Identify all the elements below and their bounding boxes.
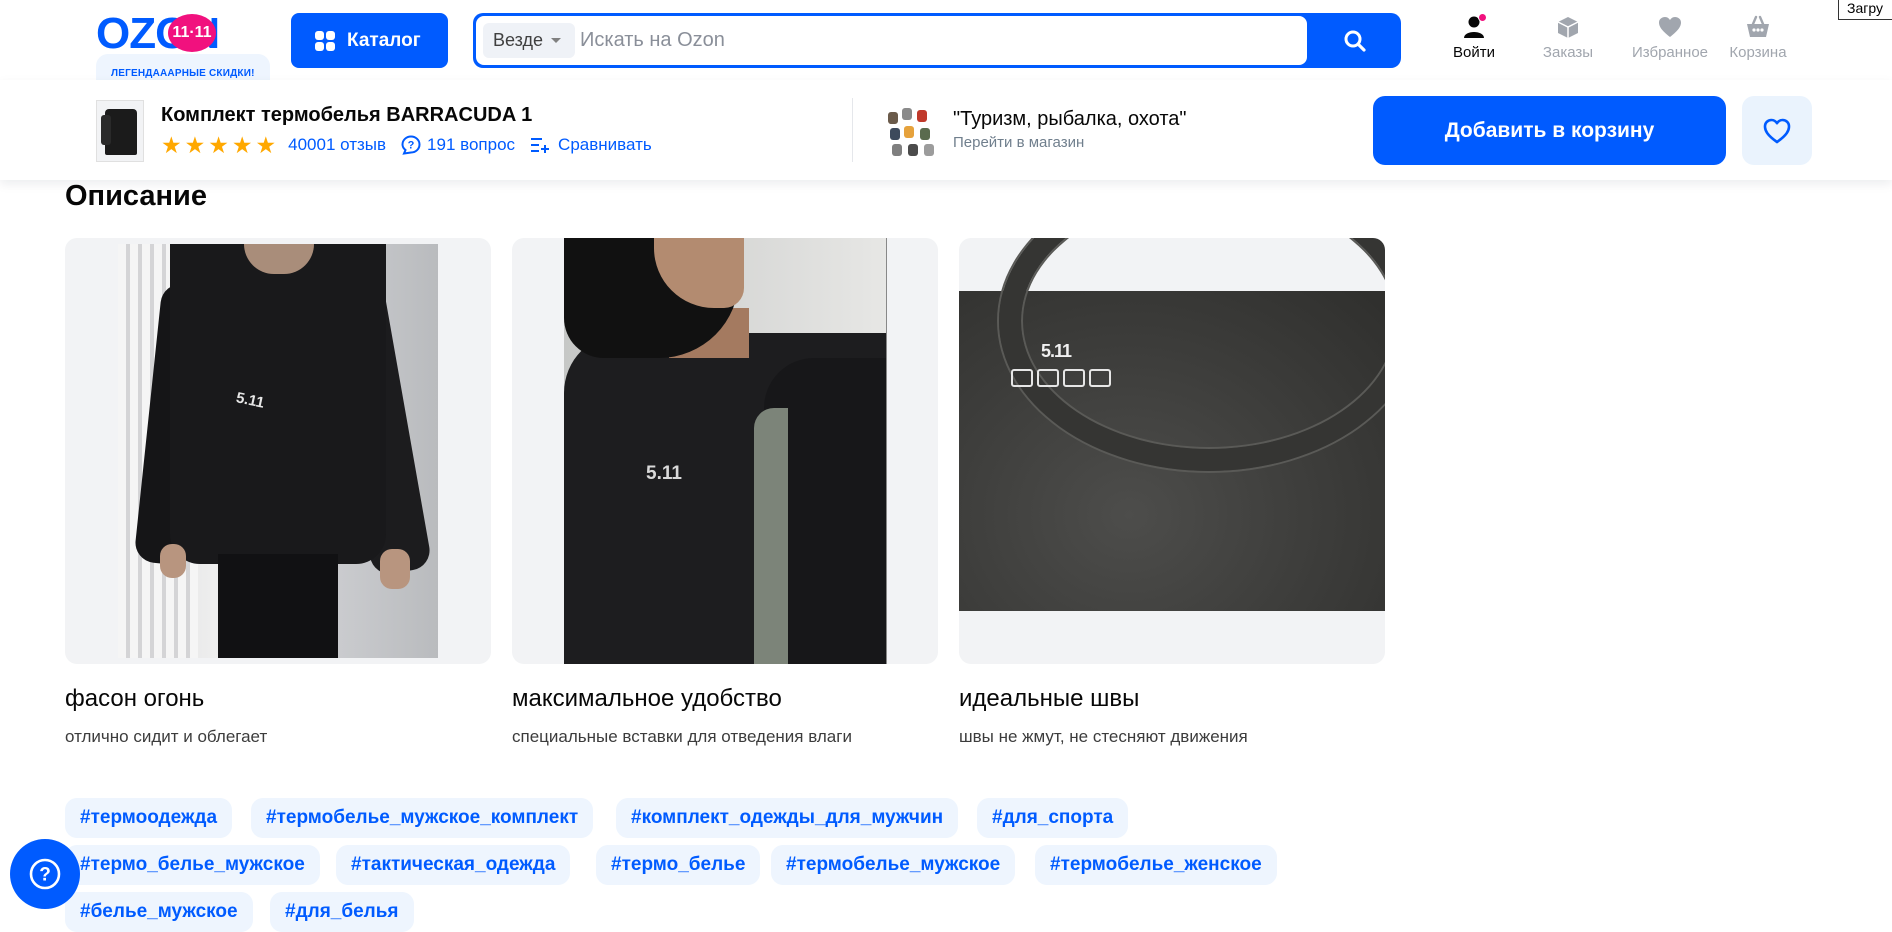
catalog-button[interactable]: Каталог bbox=[291, 13, 448, 68]
description-card-subtitle: специальные вставки для отведения влаги bbox=[512, 727, 852, 746]
loading-indicator: Загру bbox=[1838, 0, 1892, 20]
star-icon: ★ bbox=[231, 132, 253, 158]
product-meta: ★ ★ ★ ★ ★ 40001 отзыв ? 191 вопрос Сравн… bbox=[161, 132, 652, 158]
product-title[interactable]: Комплект термобелья BARRACUDA 1 bbox=[161, 104, 532, 127]
orders-button[interactable]: Заказы bbox=[1528, 14, 1608, 61]
star-icon: ★ bbox=[208, 132, 229, 158]
login-label: Войти bbox=[1453, 44, 1495, 61]
shop-link[interactable]: Перейти в магазин bbox=[953, 134, 1084, 151]
search-icon bbox=[1344, 30, 1366, 52]
cart-button[interactable]: Корзина bbox=[1718, 14, 1798, 61]
star-icon: ★ bbox=[184, 132, 206, 158]
hashtag-chip[interactable]: #термобелье_мужское_комплект bbox=[251, 798, 594, 838]
product-photo-seams: 5.11 bbox=[959, 238, 1385, 611]
product-photo-fit: 5.11 bbox=[118, 244, 438, 658]
orders-label: Заказы bbox=[1542, 44, 1594, 61]
description-card-title: фасон огонь bbox=[65, 685, 205, 712]
ozon-logo[interactable]: OZON 11·11 ЛЕГЕНДАААРНЫЕ СКИДКИ! bbox=[96, 12, 270, 94]
favorites-label: Избранное bbox=[1631, 44, 1709, 61]
questions-link[interactable]: ? 191 вопрос bbox=[401, 135, 515, 155]
compare-label: Сравнивать bbox=[558, 135, 652, 154]
help-icon: ? bbox=[29, 858, 61, 890]
divider bbox=[852, 98, 853, 162]
question-bubble-icon: ? bbox=[401, 135, 421, 155]
description-card-title: идеальные швы bbox=[959, 685, 1140, 712]
grid-icon bbox=[315, 30, 335, 51]
chevron-down-icon bbox=[551, 38, 561, 43]
login-button[interactable]: Войти bbox=[1434, 13, 1514, 61]
user-icon bbox=[1461, 13, 1487, 40]
questions-label: 191 вопрос bbox=[427, 135, 516, 154]
reviews-link[interactable]: 40001 отзыв bbox=[288, 135, 386, 155]
description-heading: Описание bbox=[65, 180, 207, 212]
search-button[interactable] bbox=[1309, 13, 1401, 68]
add-to-cart-button[interactable]: Добавить в корзину bbox=[1373, 96, 1726, 165]
svg-text:?: ? bbox=[408, 140, 415, 152]
top-header: OZON 11·11 ЛЕГЕНДАААРНЫЕ СКИДКИ! Каталог… bbox=[0, 0, 1892, 94]
description-card-image[interactable]: 5.11 bbox=[959, 238, 1385, 664]
description-card-image[interactable]: 5.11 bbox=[65, 238, 491, 664]
hashtag-chip[interactable]: #термобелье_мужское bbox=[771, 845, 1016, 885]
description-card-image[interactable]: 5.11 bbox=[512, 238, 938, 664]
notification-dot bbox=[1478, 13, 1487, 22]
hashtag-chip[interactable]: #для_спорта bbox=[977, 798, 1129, 838]
description-card-title: максимальное удобство bbox=[512, 685, 782, 712]
search-bar: Везде bbox=[473, 13, 1401, 68]
favorites-button[interactable]: Избранное bbox=[1623, 14, 1717, 61]
hashtag-chip[interactable]: #белье_мужское bbox=[65, 892, 253, 932]
heart-icon bbox=[1657, 14, 1683, 40]
search-input[interactable] bbox=[580, 25, 1280, 56]
logo-sale-badge: 11·11 bbox=[168, 14, 216, 52]
photo-print-text: 5.11 bbox=[646, 463, 682, 484]
hashtag-chip[interactable]: #термо_белье_мужское bbox=[65, 845, 320, 885]
star-icon: ★ bbox=[161, 132, 182, 158]
cart-label: Корзина bbox=[1729, 44, 1787, 61]
shop-name[interactable]: "Туризм, рыбалка, охота" bbox=[953, 108, 1187, 131]
basket-icon bbox=[1745, 14, 1771, 40]
catalog-label: Каталог bbox=[347, 29, 421, 51]
description-card-subtitle: отлично сидит и облегает bbox=[65, 727, 268, 746]
favorite-button[interactable] bbox=[1742, 96, 1812, 165]
hashtag-chip[interactable]: #термо_белье bbox=[596, 845, 761, 885]
hashtag-chip[interactable]: #тактическая_одежда bbox=[336, 845, 571, 885]
compare-link[interactable]: Сравнивать bbox=[530, 135, 652, 155]
hashtag-chip[interactable]: #для_белья bbox=[270, 892, 414, 932]
shop-logo[interactable] bbox=[884, 104, 940, 160]
search-scope-select[interactable]: Везде bbox=[483, 23, 575, 58]
hashtag-chip[interactable]: #комплект_одежды_для_мужчин bbox=[616, 798, 959, 838]
svg-text:?: ? bbox=[39, 865, 51, 886]
search-scope-label: Везде bbox=[493, 30, 543, 50]
hashtag-chip[interactable]: #термоодежда bbox=[65, 798, 233, 838]
help-button[interactable]: ? bbox=[10, 839, 80, 909]
product-thumbnail[interactable] bbox=[96, 100, 144, 162]
description-card-subtitle: швы не жмут, не стесняют движения bbox=[959, 727, 1248, 746]
compare-icon bbox=[531, 138, 550, 153]
hashtag-chip[interactable]: #термобелье_женское bbox=[1035, 845, 1277, 885]
product-sticky-bar: Комплект термобелья BARRACUDA 1 ★ ★ ★ ★ … bbox=[0, 80, 1892, 180]
heart-outline-icon bbox=[1763, 118, 1791, 143]
search-field: Везде bbox=[476, 16, 1307, 65]
photo-print-text: 5.11 bbox=[1041, 341, 1072, 361]
rating-stars[interactable]: ★ ★ ★ ★ ★ bbox=[161, 133, 276, 157]
product-photo-comfort: 5.11 bbox=[564, 238, 887, 664]
star-icon: ★ bbox=[255, 132, 277, 158]
box-icon bbox=[1555, 14, 1581, 40]
